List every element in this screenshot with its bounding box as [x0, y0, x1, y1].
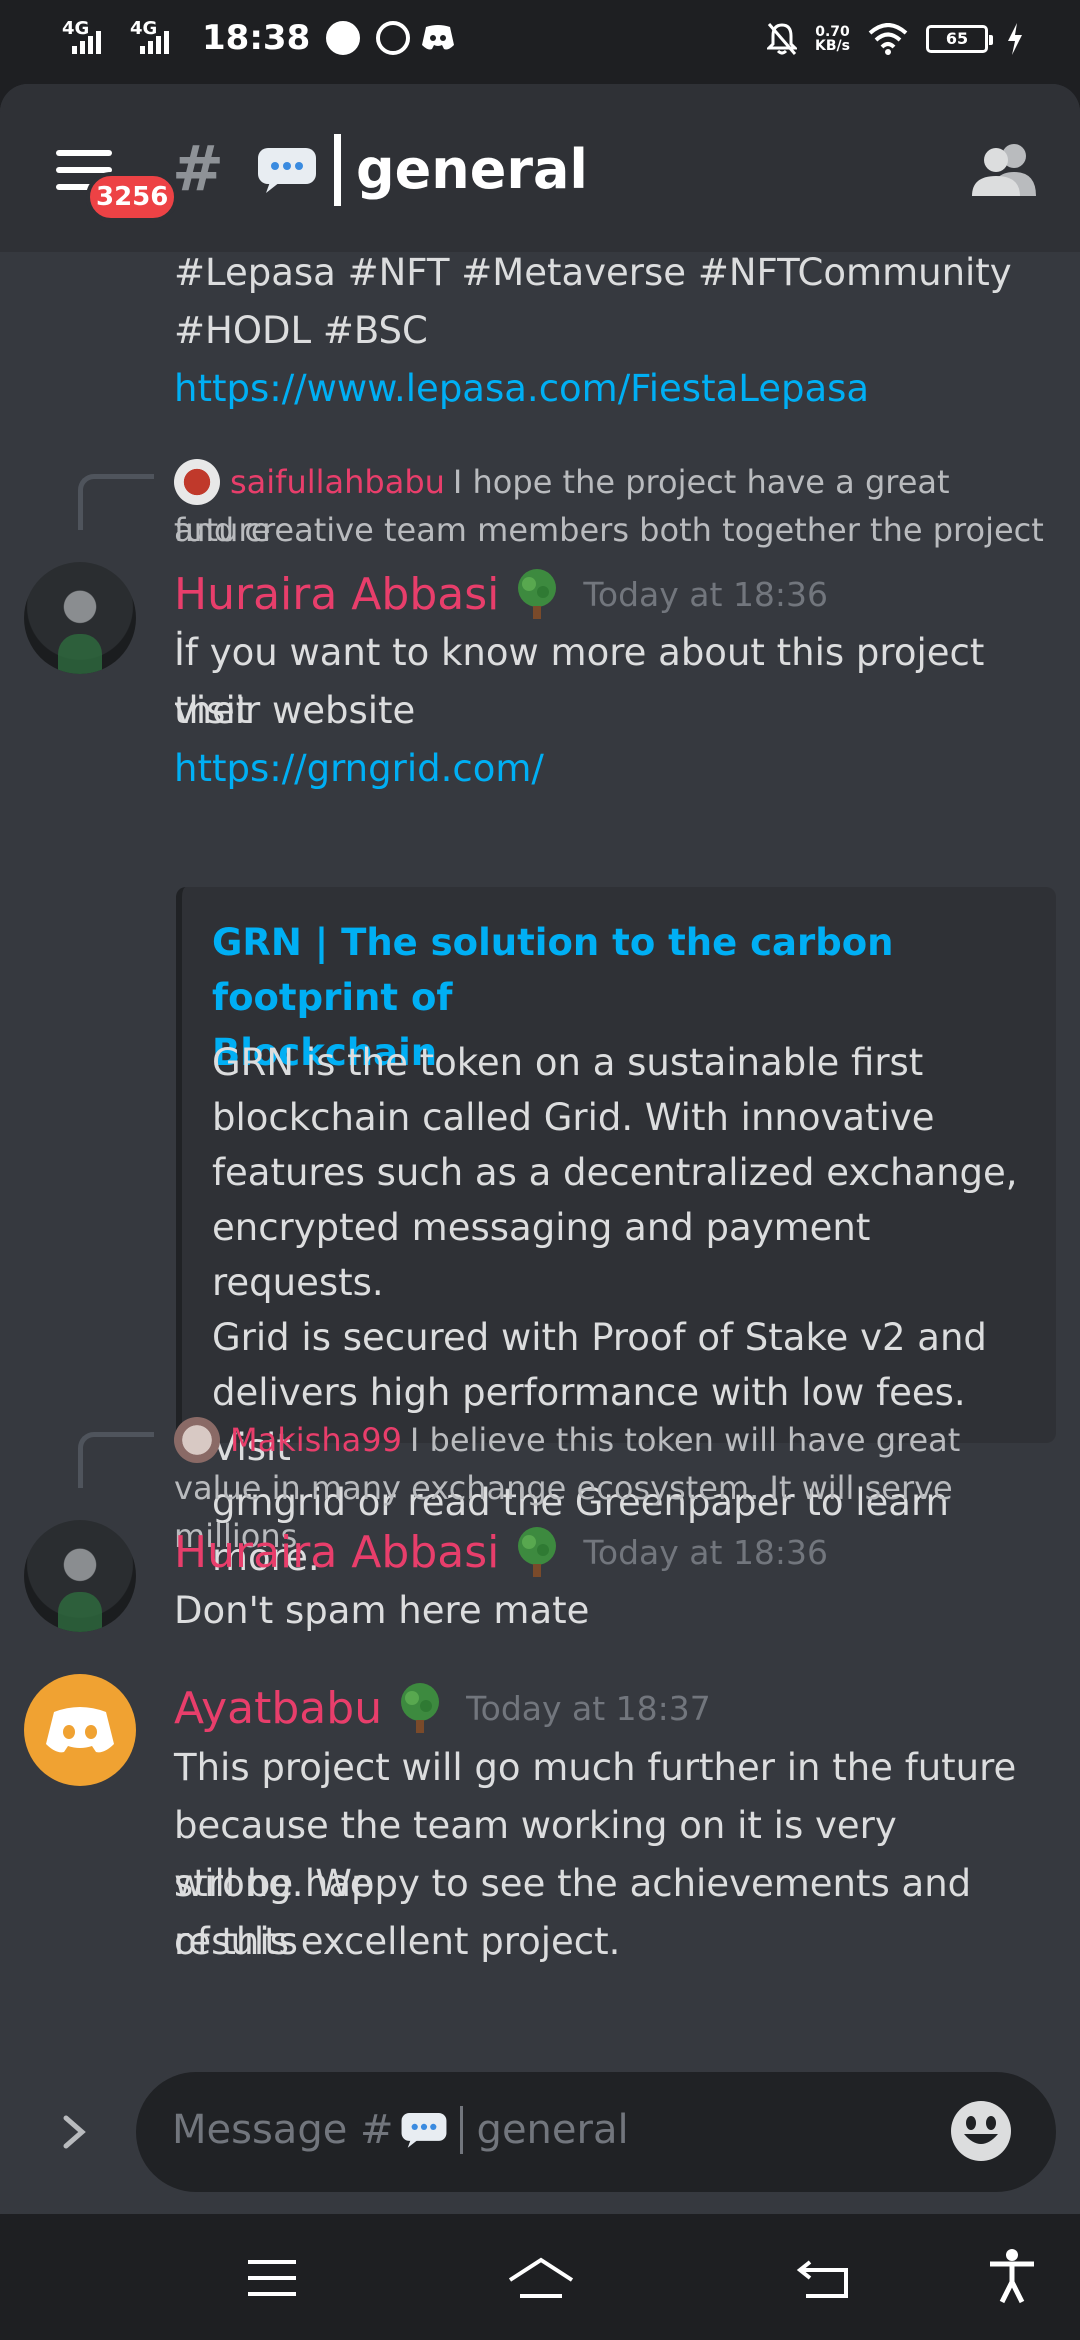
whatsapp-icon: [326, 21, 361, 55]
reply-author: saifullahbabu: [230, 463, 445, 501]
embed-line: GRN is the token on a sustainable first: [212, 1041, 924, 1084]
placeholder-channel: general: [476, 2107, 629, 2153]
message-list[interactable]: #Lepasa #NFT #Metaverse #NFTCommunity #H…: [0, 251, 1080, 2052]
reply-text: I believe this token will have great: [409, 1421, 961, 1459]
avatar[interactable]: [24, 562, 136, 674]
clock: 18:38: [202, 18, 311, 58]
message-text: #Lepasa #NFT #Metaverse #NFTCommunity: [174, 251, 1012, 294]
avatar: [174, 459, 220, 505]
system-nav-bar: [0, 2214, 1080, 2340]
message-text: Don't spam here mate: [174, 1589, 590, 1632]
reply-text: and creative team members both together …: [174, 511, 1044, 549]
message-link[interactable]: https://grngrid.com/: [174, 740, 1034, 798]
battery-icon: 65: [926, 25, 993, 53]
embed-line: encrypted messaging and payment requests…: [212, 1206, 871, 1304]
message-text: #HODL #BSC: [174, 309, 428, 352]
home-icon[interactable]: [506, 2254, 576, 2302]
reply-preview[interactable]: Makisha99 I believe this token will have …: [174, 1416, 1054, 1464]
tree-icon: [518, 569, 557, 619]
input-placeholder: Message # general: [172, 2106, 629, 2154]
username[interactable]: Huraira Abbasi: [174, 569, 499, 620]
message-header: Huraira Abbasi Today at 18:36: [174, 568, 828, 620]
speech-bubble-icon: [401, 2112, 446, 2148]
chevron-right-icon[interactable]: [56, 2114, 92, 2150]
timestamp: Today at 18:36: [583, 574, 829, 614]
placeholder-prefix: Message #: [172, 2107, 394, 2153]
embed-line: Grid is secured with Proof of Stake v2 a…: [212, 1316, 987, 1359]
placeholder-divider: [459, 2106, 463, 2154]
timestamp: Today at 18:37: [466, 1688, 711, 1728]
message-link[interactable]: https://www.lepasa.com/FiestaLepasa: [174, 360, 1034, 418]
accessibility-icon[interactable]: [988, 2248, 1036, 2304]
embed-title-line: GRN | The solution to the carbon footpri…: [212, 921, 894, 1019]
message-header: Huraira Abbasi Today at 18:36: [174, 1526, 828, 1578]
emoji-icon[interactable]: [950, 2100, 1012, 2162]
message-text: their website: [174, 689, 416, 732]
notification-badge: 3256: [86, 172, 179, 222]
tree-icon: [518, 1527, 557, 1577]
link-embed: GRN | The solution to the carbon footpri…: [176, 887, 1056, 1579]
reply-author: Makisha99: [230, 1421, 402, 1459]
recent-apps-icon[interactable]: [244, 2254, 300, 2302]
avatar[interactable]: [24, 1520, 136, 1632]
channel-title[interactable]: general: [356, 138, 588, 201]
speed-unit: KB/s: [815, 38, 850, 54]
discord-notification-icon: [422, 25, 455, 50]
signal-icon: 4G: [62, 18, 120, 58]
tree-icon: [401, 1683, 440, 1733]
channel-header: 3256 # general: [0, 84, 1080, 252]
embed-line: blockchain called Grid. With innovative: [212, 1096, 935, 1139]
reply-connector: [78, 474, 154, 530]
channel-divider: [334, 134, 341, 206]
signal-icon: 4G: [130, 18, 188, 58]
embed-line: features such as a decentralized exchang…: [212, 1151, 1018, 1194]
username[interactable]: Huraira Abbasi: [174, 1527, 499, 1578]
message-text: of this excellent project.: [174, 1920, 621, 1963]
discord-logo-icon: [46, 1707, 114, 1753]
whatsapp-business-icon: [376, 21, 411, 55]
username[interactable]: Ayatbabu: [174, 1683, 382, 1734]
message-composer: Message # general: [0, 2052, 1080, 2214]
charging-icon: [1008, 23, 1022, 55]
status-bar: 4G 4G 18:38 0.70 KB/s 65: [0, 0, 1080, 84]
discord-app: 3256 # general #Lepasa #NFT #Metaverse #…: [0, 84, 1080, 2214]
reply-connector: [78, 1432, 154, 1488]
message-header: Ayatbabu Today at 18:37: [174, 1682, 711, 1734]
hash-icon: #: [172, 132, 224, 205]
speed-value: 0.70: [815, 24, 850, 40]
speech-bubble-icon: [258, 148, 316, 193]
status-left: 4G 4G 18:38: [62, 18, 456, 58]
mute-bell-icon: [767, 23, 798, 55]
avatar: [174, 1417, 220, 1463]
members-icon[interactable]: [970, 142, 1040, 198]
back-icon[interactable]: [796, 2254, 852, 2302]
status-right: 0.70 KB/s 65: [767, 22, 1024, 56]
message-input[interactable]: Message # general: [136, 2072, 1056, 2192]
wifi-icon: [868, 23, 908, 55]
message-text: This project will go much further in the…: [174, 1746, 1017, 1789]
timestamp: Today at 18:36: [583, 1532, 829, 1572]
network-speed: 0.70 KB/s: [815, 25, 850, 53]
avatar[interactable]: [24, 1674, 136, 1786]
